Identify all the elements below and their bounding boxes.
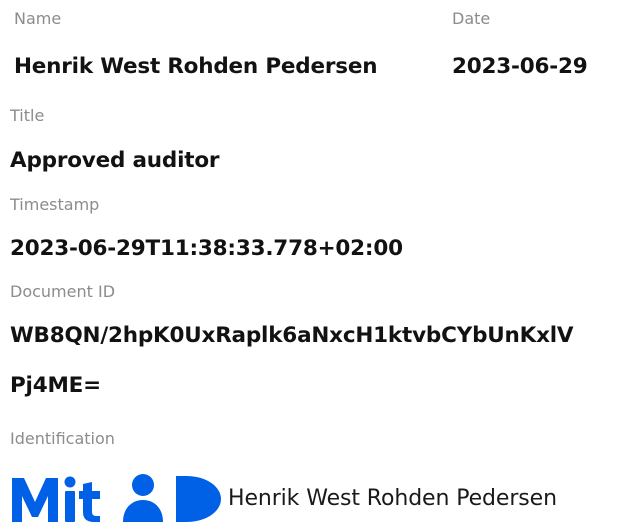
name-label: Name [14,9,62,28]
mitid-logo-icon [12,474,221,522]
title-label: Title [10,106,45,125]
timestamp-label: Timestamp [10,195,100,214]
date-label: Date [452,9,491,28]
date-value: 2023-06-29 [452,54,588,79]
timestamp-value: 2023-06-29T11:38:33.778+02:00 [10,236,403,261]
document-id-value-line1: WB8QN/2hpK0UxRaplk6aNxcH1ktvbCYbUnKxlV [10,323,574,348]
identification-row: Henrik West Rohden Pedersen [10,472,557,524]
identification-name: Henrik West Rohden Pedersen [228,485,557,511]
document-id-label: Document ID [10,282,116,301]
name-value: Henrik West Rohden Pedersen [14,54,378,79]
document-id-value-line2: Pj4ME= [10,373,101,398]
title-value: Approved auditor [10,148,220,173]
identification-label: Identification [10,429,115,448]
